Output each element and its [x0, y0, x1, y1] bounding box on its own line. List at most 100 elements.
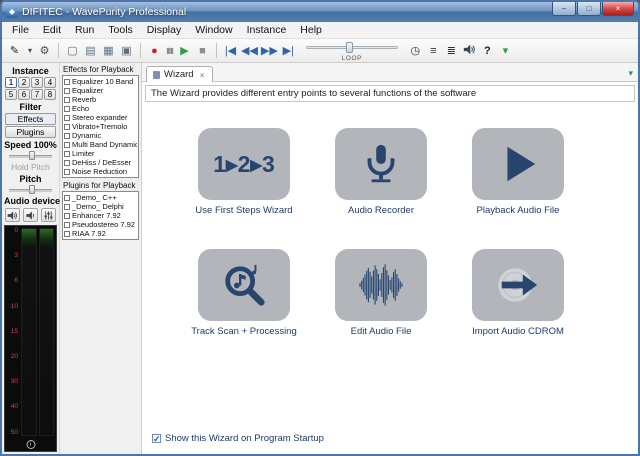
checkbox-icon	[64, 231, 70, 237]
plugin-demo-c[interactable]: _Demo_ C++	[64, 193, 137, 202]
instance-button-7[interactable]: 7	[31, 89, 43, 100]
speaker-output-button[interactable]	[5, 208, 20, 222]
checkbox-icon	[64, 213, 70, 219]
next-icon[interactable]: ▶▶	[261, 43, 278, 59]
filter-section-label: Filter	[4, 102, 57, 112]
menu-help[interactable]: Help	[293, 23, 329, 37]
effect-noise-reduction[interactable]: Noise Reduction	[64, 167, 137, 176]
window-controls: – □ ×	[552, 2, 634, 16]
new-file-icon[interactable]: ▢	[65, 43, 80, 59]
instance-button-5[interactable]: 5	[5, 89, 17, 100]
effect-limiter[interactable]: Limiter	[64, 149, 137, 158]
save-icon[interactable]: ▦	[101, 43, 116, 59]
effect-vibrato-tremolo[interactable]: Vibrato+Tremolo	[64, 122, 137, 131]
pitch-slider[interactable]	[9, 185, 52, 194]
maximize-button[interactable]: □	[577, 2, 601, 16]
effect-stereo-expander[interactable]: Stereo expander	[64, 113, 137, 122]
close-button[interactable]: ×	[602, 2, 634, 16]
instance-button-1[interactable]: 1	[5, 77, 17, 88]
open-folder-icon[interactable]: ▤	[83, 43, 98, 59]
instance-button-3[interactable]: 3	[31, 77, 43, 88]
checkbox-icon	[64, 169, 70, 175]
menu-file[interactable]: File	[5, 23, 36, 37]
checkbox-icon	[64, 160, 70, 166]
play-icon[interactable]: ▶	[177, 43, 192, 59]
pause-icon[interactable]: ▮▮	[165, 43, 174, 59]
plugins-filter-button[interactable]: Plugins	[5, 126, 56, 138]
mixer-button[interactable]	[41, 208, 56, 222]
effect-reverb[interactable]: Reverb	[64, 95, 137, 104]
plugin-pseudostereo-7-92[interactable]: Pseudostereo 7.92	[64, 220, 137, 229]
tab-label: Wizard	[164, 69, 194, 80]
menu-window[interactable]: Window	[188, 23, 239, 37]
speed-slider[interactable]	[9, 151, 52, 160]
wizard-button-audio-recorder[interactable]	[335, 128, 427, 200]
meter-bar-left	[21, 228, 37, 436]
checkbox-icon	[64, 204, 70, 210]
pen-dropdown-icon[interactable]: ▾	[25, 43, 34, 59]
loop-slider[interactable]: LOOP	[306, 40, 398, 61]
tab-wizard[interactable]: Wizard ×	[146, 66, 213, 82]
meter-scale-value: 20	[11, 354, 18, 361]
timer-icon[interactable]: ◷	[408, 43, 423, 59]
effect-dynamic[interactable]: Dynamic	[64, 131, 137, 140]
plugin-enhancer-7-92[interactable]: Enhancer 7.92	[64, 211, 137, 220]
instance-button-8[interactable]: 8	[44, 89, 56, 100]
info-icon[interactable]: i	[26, 440, 35, 449]
plugin-label: Pseudostereo 7.92	[72, 220, 135, 229]
effect-multi-band-dynamic[interactable]: Multi Band Dynamic	[64, 140, 137, 149]
pitch-slider-thumb[interactable]	[29, 185, 35, 194]
batch-icon[interactable]: ▣	[119, 43, 134, 59]
meter-scale-value: 6	[14, 278, 18, 285]
playlist-icon[interactable]: ≡	[426, 43, 441, 59]
hold-pitch-label: Hold Pitch	[4, 162, 57, 172]
menu-instance[interactable]: Instance	[240, 23, 294, 37]
more-tools-icon[interactable]: ▾	[498, 43, 513, 59]
tab-overflow-icon[interactable]: ▾	[628, 68, 633, 79]
help-icon[interactable]: ?	[480, 43, 495, 59]
speaker-monitor-button[interactable]	[23, 208, 38, 222]
instance-button-2[interactable]: 2	[18, 77, 30, 88]
wizard-button-import-audio-cdrom[interactable]	[472, 249, 564, 321]
menu-tools[interactable]: Tools	[101, 23, 140, 37]
playback-panels: Effects for Playback Equalizer 10 BandEq…	[60, 63, 142, 454]
effects-filter-button[interactable]: Effects	[5, 113, 56, 125]
wizard-grid: 1▸2▸3Use First Steps WizardAudio Recorde…	[142, 102, 638, 433]
tab-close-icon[interactable]: ×	[200, 70, 205, 80]
speaker-icon[interactable]	[462, 43, 477, 59]
wizard-button-track-scan-processing[interactable]	[198, 249, 290, 321]
wizard-item-import-audio-cdrom: Import Audio CDROM	[458, 249, 578, 337]
plugin-label: _Demo_ C++	[72, 193, 117, 202]
stop-icon[interactable]: ■	[195, 43, 210, 59]
loop-slider-thumb[interactable]	[346, 42, 353, 53]
effect-echo[interactable]: Echo	[64, 104, 137, 113]
effect-equalizer-10-band[interactable]: Equalizer 10 Band	[64, 77, 137, 86]
speaker-icon	[25, 210, 36, 221]
record-icon[interactable]: ●	[147, 43, 162, 59]
menu-display[interactable]: Display	[140, 23, 188, 37]
startup-checkbox-row[interactable]: ✓ Show this Wizard on Program Startup	[142, 433, 638, 454]
tab-strip: Wizard × ▾	[142, 63, 638, 82]
wizard-button-use-first-steps-wizard[interactable]: 1▸2▸3	[198, 128, 290, 200]
minimize-button[interactable]: –	[552, 2, 576, 16]
instance-button-6[interactable]: 6	[18, 89, 30, 100]
skip-end-icon[interactable]: ▶|	[281, 43, 296, 59]
cdrom-import-icon	[495, 262, 541, 308]
instance-button-4[interactable]: 4	[44, 77, 56, 88]
plugin-riaa-7-92[interactable]: RIAA 7.92	[64, 229, 137, 238]
speed-slider-thumb[interactable]	[29, 151, 35, 160]
effect-equalizer[interactable]: Equalizer	[64, 86, 137, 95]
wizard-button-edit-audio-file[interactable]	[335, 249, 427, 321]
plugin-label: _Demo_ Delphi	[72, 202, 124, 211]
report-icon[interactable]: ≣	[444, 43, 459, 59]
menu-run[interactable]: Run	[68, 23, 101, 37]
settings-gear-icon[interactable]: ⚙	[37, 43, 52, 59]
skip-start-icon[interactable]: |◀	[223, 43, 238, 59]
titlebar[interactable]: ◆ DIFITEC - WavePurity Professional – □ …	[2, 2, 638, 22]
pen-tool-icon[interactable]: ✎	[7, 43, 22, 59]
plugin-demo-delphi[interactable]: _Demo_ Delphi	[64, 202, 137, 211]
menu-edit[interactable]: Edit	[36, 23, 68, 37]
effect-dehiss-deesser[interactable]: DeHiss / DeEsser	[64, 158, 137, 167]
prev-icon[interactable]: ◀◀	[241, 43, 258, 59]
wizard-button-playback-audio-file[interactable]	[472, 128, 564, 200]
